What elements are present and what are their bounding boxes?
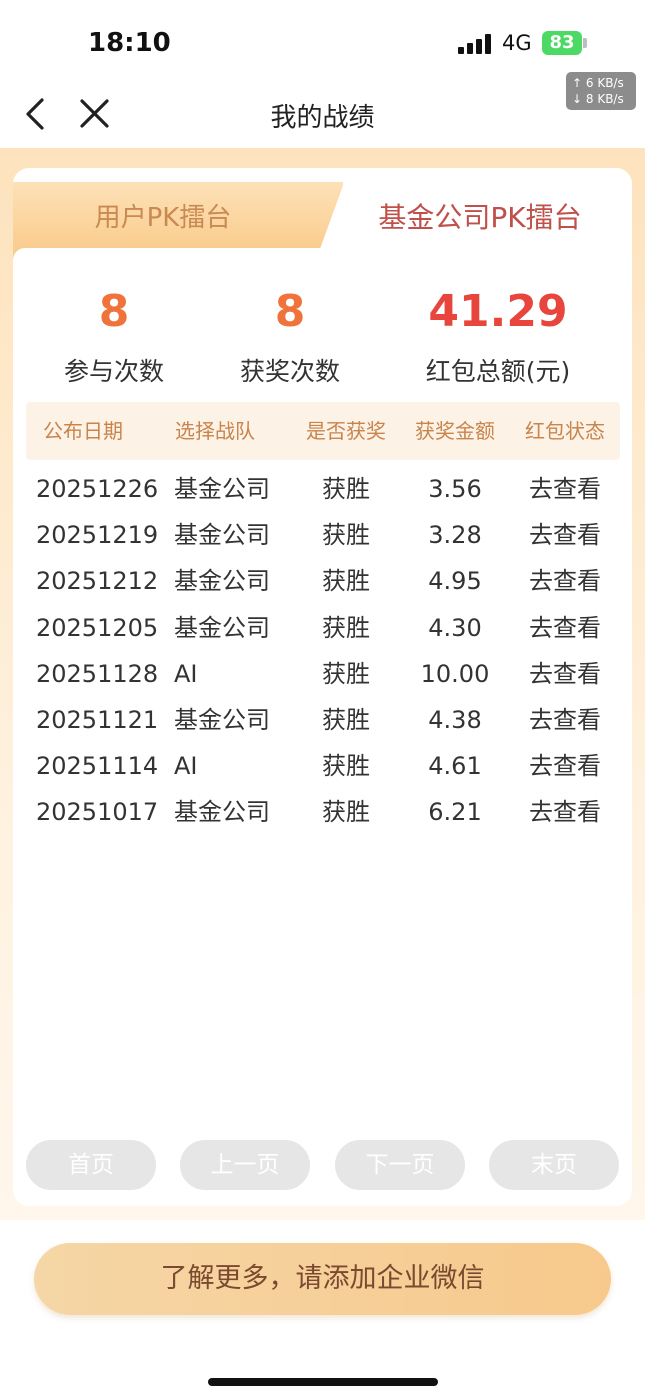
first-page-button[interactable]: 首页 [26,1140,156,1190]
stat-wins-value: 8 [274,286,306,337]
network-type: 4G [502,31,532,55]
cell-amount: 4.95 [428,567,482,596]
cell-won: 获胜 [322,798,370,827]
cell-amount: 4.61 [428,752,482,781]
table-row: 20251226 基金公司 获胜 3.56 去查看 [26,466,620,512]
cell-amount: 10.00 [420,659,490,688]
cell-team: 基金公司 [174,475,270,503]
stat-wins: 8 获奖次数 [230,284,350,388]
cell-status[interactable]: 去查看 [510,466,620,512]
battery-tip [583,38,587,48]
add-wechat-button[interactable]: 了解更多，请添加企业微信 [34,1243,611,1315]
cell-team: 基金公司 [174,613,270,642]
cell-date: 20251212 [36,567,159,596]
cell-team: 基金公司 [174,567,270,596]
cell-amount: 4.38 [428,706,482,734]
table-row: 20251212 基金公司 获胜 4.95 去查看 [26,558,620,604]
cell-team: 基金公司 [174,798,270,827]
stat-participation: 8 参与次数 [54,284,174,388]
col-won: 是否获奖 [306,419,386,443]
table-row: 20251128 AI 获胜 10.00 去查看 [26,651,620,697]
cell-won: 获胜 [322,706,370,734]
last-page-button[interactable]: 末页 [489,1140,619,1190]
table-row: 20251114 AI 获胜 4.61 去查看 [26,743,620,789]
status-bar: 18:10 4G 83 [0,0,645,80]
cell-won: 获胜 [322,475,370,503]
cell-won: 获胜 [322,659,370,688]
next-page-button[interactable]: 下一页 [335,1140,465,1190]
cell-won: 获胜 [322,752,370,781]
prev-page-button[interactable]: 上一页 [180,1140,310,1190]
cell-date: 20251121 [36,706,159,734]
cell-amount: 3.28 [428,521,482,550]
table-row: 20251121 基金公司 获胜 4.38 去查看 [26,697,620,743]
page-title: 我的战绩 [270,103,375,133]
cell-status[interactable]: 去查看 [510,743,620,789]
cell-date: 20251114 [36,752,159,781]
cell-amount: 3.56 [428,475,482,503]
tab-user-pk[interactable]: 用户PK擂台 [13,182,313,254]
cell-date: 20251205 [36,613,159,642]
tab-body-top [13,248,632,278]
col-redpacket-status: 红包状态 [525,419,605,443]
stat-total-redpacket: 41.29 红包总额(元) [398,284,598,388]
home-indicator [208,1378,438,1386]
table-header: 公布日期 选择战队 是否获奖 获奖金额 红包状态 [26,402,620,460]
col-amount: 获奖金额 [415,419,495,443]
cell-status[interactable]: 去查看 [510,605,620,651]
tab-fund-company-pk[interactable]: 基金公司PK擂台 [328,182,632,254]
cell-team: AI [174,752,198,781]
stat-total-redpacket-value: 41.29 [428,286,568,337]
cell-date: 20251128 [36,659,159,688]
cell-status[interactable]: 去查看 [510,558,620,604]
cell-status[interactable]: 去查看 [510,789,620,835]
cell-team: 基金公司 [174,706,270,734]
cell-team: 基金公司 [174,521,270,550]
cell-status[interactable]: 去查看 [510,651,620,697]
signal-icon [458,34,492,54]
cell-won: 获胜 [322,613,370,642]
table-row: 20251219 基金公司 获胜 3.28 去查看 [26,512,620,558]
battery-icon: 83 [542,31,582,55]
status-time: 18:10 [88,28,171,58]
stat-total-redpacket-label: 红包总额(元) [425,357,571,386]
speed-up: ↑ 6 KB/s [572,76,624,90]
cell-won: 获胜 [322,521,370,550]
stat-participation-value: 8 [98,286,130,337]
cell-status[interactable]: 去查看 [510,697,620,743]
cell-status[interactable]: 去查看 [510,512,620,558]
table-row: 20251205 基金公司 获胜 4.30 去查看 [26,605,620,651]
cell-date: 20251226 [36,475,159,503]
stat-wins-label: 获奖次数 [239,357,340,386]
stat-participation-label: 参与次数 [63,357,164,386]
col-team: 选择战队 [175,419,255,443]
cell-amount: 4.30 [428,613,482,642]
cell-amount: 6.21 [428,798,482,827]
col-publish-date: 公布日期 [43,419,123,443]
cell-date: 20251017 [36,798,159,827]
cell-won: 获胜 [322,567,370,596]
table-row: 20251017 基金公司 获胜 6.21 去查看 [26,789,620,835]
cell-date: 20251219 [36,521,159,550]
cell-team: AI [174,659,198,688]
